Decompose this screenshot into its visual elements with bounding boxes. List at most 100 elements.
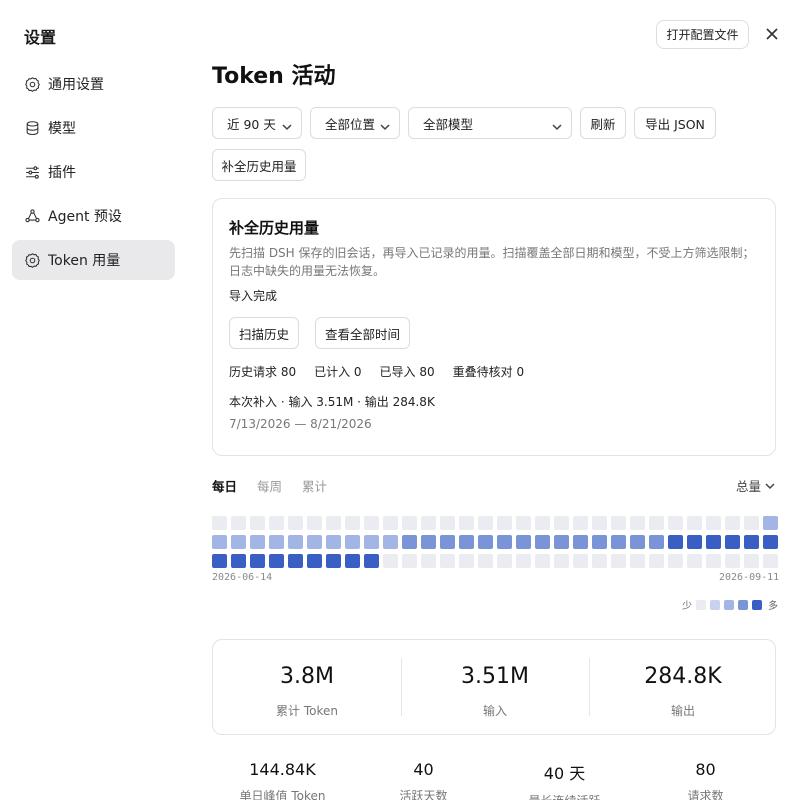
heatmap-cell[interactable] <box>364 535 379 549</box>
heatmap-cell[interactable] <box>649 516 664 530</box>
heatmap-cell[interactable] <box>497 554 512 568</box>
heatmap-cell[interactable] <box>345 554 360 568</box>
heatmap-cell[interactable] <box>763 554 778 568</box>
heatmap-cell[interactable] <box>212 516 227 530</box>
heatmap-cell[interactable] <box>592 535 607 549</box>
heatmap-cell[interactable] <box>744 554 759 568</box>
heatmap-cell[interactable] <box>402 554 417 568</box>
heatmap-cell[interactable] <box>668 554 683 568</box>
heatmap-cell[interactable] <box>212 535 227 549</box>
heatmap-cell[interactable] <box>763 535 778 549</box>
heatmap-cell[interactable] <box>649 535 664 549</box>
scan-history-button[interactable]: 扫描历史 <box>229 317 299 349</box>
heatmap-cell[interactable] <box>326 535 341 549</box>
heatmap-cell[interactable] <box>383 535 398 549</box>
metric-select[interactable]: 总量 <box>736 476 775 495</box>
heatmap-cell[interactable] <box>497 516 512 530</box>
heatmap-cell[interactable] <box>421 554 436 568</box>
heatmap-cell[interactable] <box>516 554 531 568</box>
heatmap-cell[interactable] <box>307 516 322 530</box>
sidebar-item-general[interactable]: 通用设置 <box>12 64 175 104</box>
heatmap-cell[interactable] <box>706 535 721 549</box>
heatmap-cell[interactable] <box>573 554 588 568</box>
close-button[interactable] <box>760 22 784 46</box>
heatmap-cell[interactable] <box>269 516 284 530</box>
heatmap-cell[interactable] <box>440 535 455 549</box>
heatmap-cell[interactable] <box>478 535 493 549</box>
open-config-button[interactable]: 打开配置文件 <box>656 20 749 49</box>
heatmap-cell[interactable] <box>554 535 569 549</box>
heatmap-cell[interactable] <box>554 516 569 530</box>
heatmap-cell[interactable] <box>345 516 360 530</box>
heatmap-cell[interactable] <box>345 535 360 549</box>
heatmap-cell[interactable] <box>364 554 379 568</box>
heatmap-cell[interactable] <box>288 535 303 549</box>
tab-weekly[interactable]: 每周 <box>257 476 282 495</box>
heatmap-cell[interactable] <box>478 554 493 568</box>
heatmap-cell[interactable] <box>611 535 626 549</box>
heatmap-cell[interactable] <box>326 516 341 530</box>
heatmap-cell[interactable] <box>231 535 246 549</box>
heatmap-cell[interactable] <box>706 516 721 530</box>
sidebar-item-token-usage[interactable]: Token 用量 <box>12 240 175 280</box>
heatmap-cell[interactable] <box>516 516 531 530</box>
heatmap-cell[interactable] <box>497 535 512 549</box>
heatmap-cell[interactable] <box>402 535 417 549</box>
heatmap-cell[interactable] <box>649 554 664 568</box>
heatmap-cell[interactable] <box>440 554 455 568</box>
heatmap-cell[interactable] <box>611 516 626 530</box>
heatmap-cell[interactable] <box>516 535 531 549</box>
heatmap-cell[interactable] <box>250 535 265 549</box>
heatmap-cell[interactable] <box>668 535 683 549</box>
heatmap-cell[interactable] <box>573 535 588 549</box>
heatmap-cell[interactable] <box>383 554 398 568</box>
heatmap-cell[interactable] <box>725 554 740 568</box>
backfill-button[interactable]: 补全历史用量 <box>212 149 306 181</box>
heatmap-cell[interactable] <box>535 516 550 530</box>
heatmap-cell[interactable] <box>535 535 550 549</box>
heatmap-cell[interactable] <box>459 516 474 530</box>
heatmap-cell[interactable] <box>459 535 474 549</box>
range-select[interactable]: 近 90 天 <box>212 107 302 139</box>
sidebar-item-models[interactable]: 模型 <box>12 108 175 148</box>
view-all-time-button[interactable]: 查看全部时间 <box>315 317 410 349</box>
heatmap-cell[interactable] <box>307 554 322 568</box>
heatmap-cell[interactable] <box>592 554 607 568</box>
heatmap-cell[interactable] <box>231 516 246 530</box>
heatmap-cell[interactable] <box>269 535 284 549</box>
heatmap-cell[interactable] <box>611 554 626 568</box>
heatmap-cell[interactable] <box>250 554 265 568</box>
location-select[interactable]: 全部位置 <box>310 107 400 139</box>
heatmap-cell[interactable] <box>364 516 379 530</box>
heatmap-cell[interactable] <box>269 554 284 568</box>
heatmap-cell[interactable] <box>725 516 740 530</box>
heatmap-cell[interactable] <box>307 535 322 549</box>
heatmap-cell[interactable] <box>763 516 778 530</box>
heatmap-cell[interactable] <box>668 516 683 530</box>
model-select[interactable]: 全部模型 <box>408 107 572 139</box>
heatmap-cell[interactable] <box>706 554 721 568</box>
heatmap-cell[interactable] <box>402 516 417 530</box>
heatmap-cell[interactable] <box>687 535 702 549</box>
heatmap-cell[interactable] <box>535 554 550 568</box>
heatmap-cell[interactable] <box>383 516 398 530</box>
tab-daily[interactable]: 每日 <box>212 476 237 495</box>
refresh-button[interactable]: 刷新 <box>580 107 626 139</box>
heatmap-cell[interactable] <box>421 535 436 549</box>
heatmap-cell[interactable] <box>288 554 303 568</box>
heatmap-cell[interactable] <box>288 516 303 530</box>
heatmap-cell[interactable] <box>630 535 645 549</box>
heatmap-cell[interactable] <box>630 554 645 568</box>
heatmap-cell[interactable] <box>459 554 474 568</box>
heatmap-cell[interactable] <box>744 516 759 530</box>
sidebar-item-agent-presets[interactable]: Agent 预设 <box>12 196 175 236</box>
heatmap-cell[interactable] <box>687 516 702 530</box>
heatmap-cell[interactable] <box>687 554 702 568</box>
heatmap-cell[interactable] <box>592 516 607 530</box>
heatmap-cell[interactable] <box>440 516 455 530</box>
heatmap-cell[interactable] <box>744 535 759 549</box>
heatmap-cell[interactable] <box>231 554 246 568</box>
heatmap-cell[interactable] <box>421 516 436 530</box>
heatmap-cell[interactable] <box>725 535 740 549</box>
heatmap-cell[interactable] <box>326 554 341 568</box>
